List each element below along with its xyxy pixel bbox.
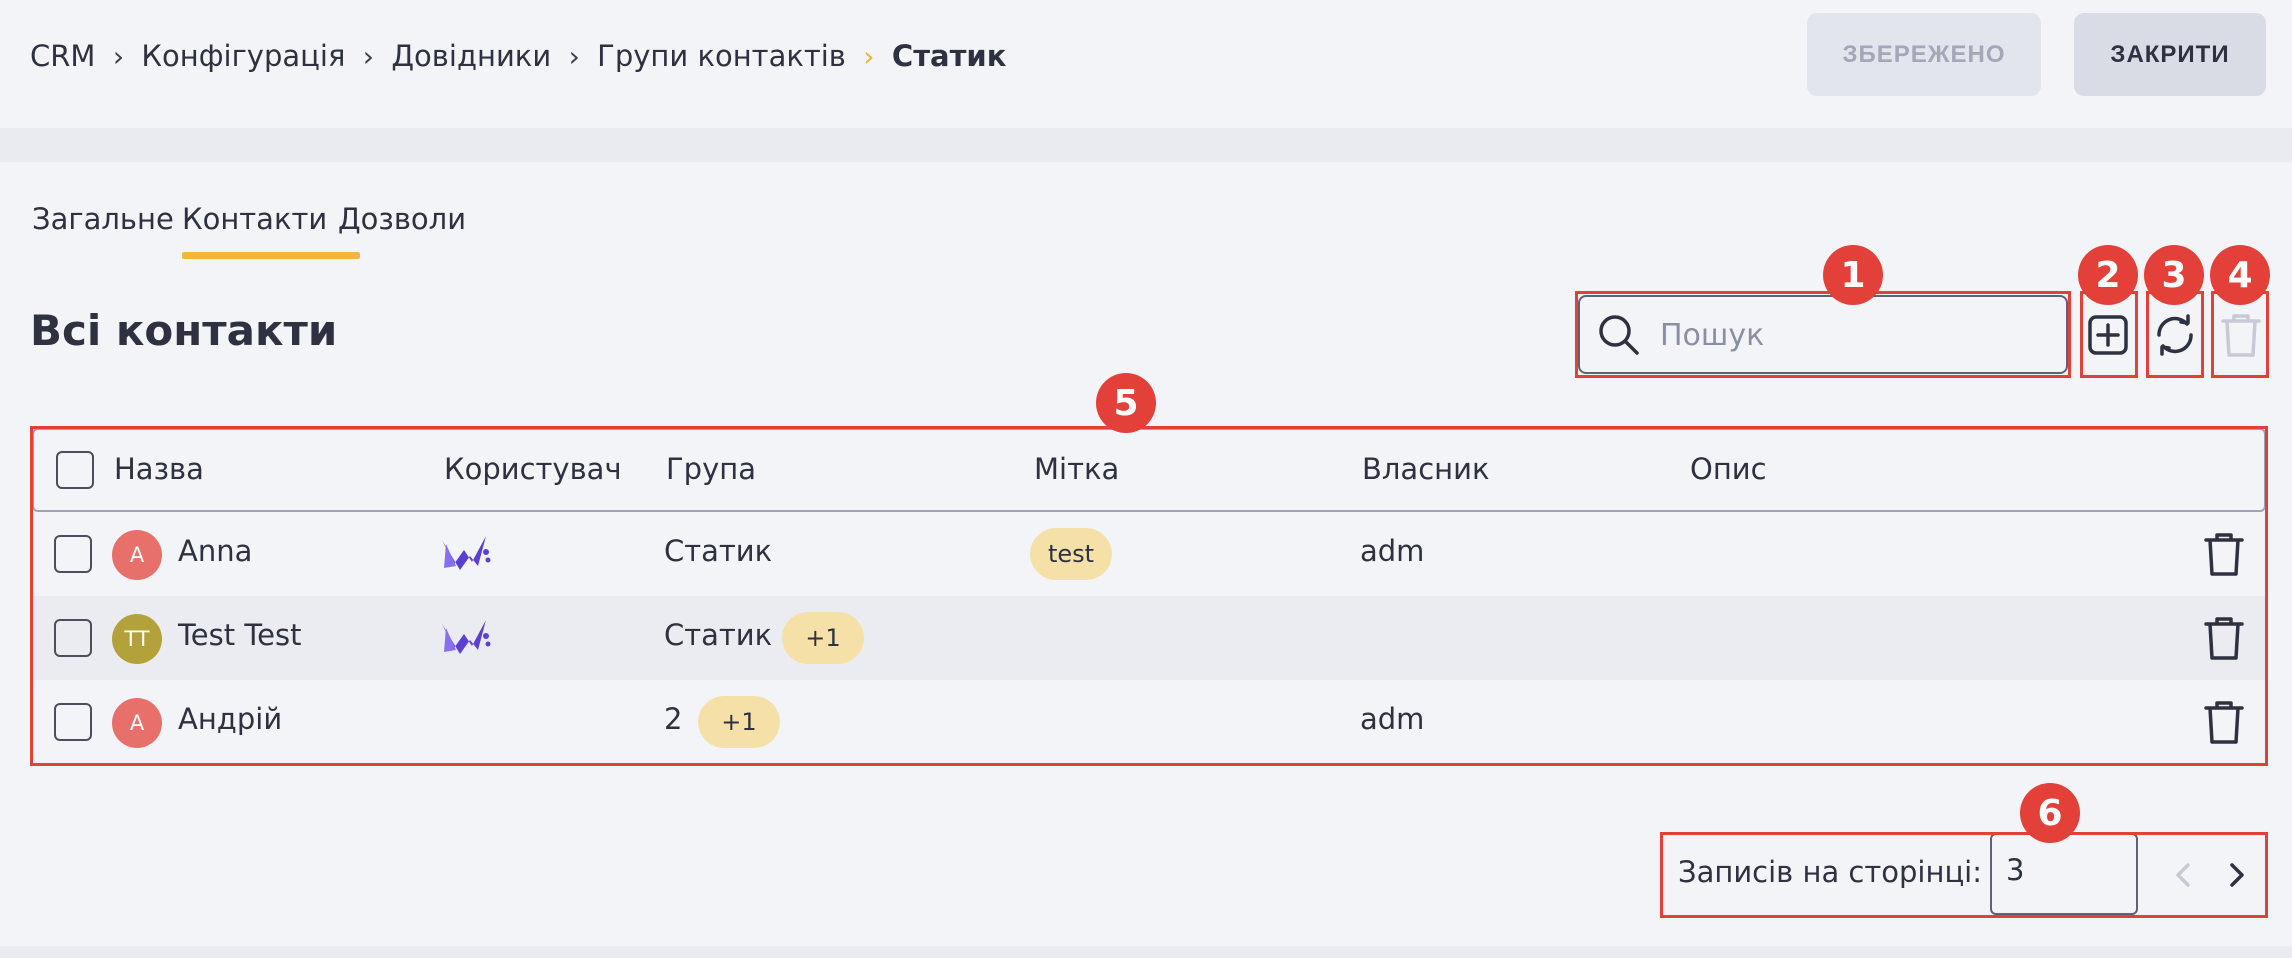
refresh-button[interactable] (2146, 306, 2204, 364)
contact-name[interactable]: Anna (178, 534, 252, 568)
contact-group: 2 (664, 702, 683, 736)
search-input[interactable] (1660, 311, 2050, 359)
saved-button[interactable]: ЗБЕРЕЖЕНО (1807, 13, 2041, 96)
contact-owner: adm (1360, 534, 1425, 568)
breadcrumb: CRM › Конфігурація › Довідники › Групи к… (30, 36, 1006, 76)
avatar: A (112, 698, 162, 748)
annotation-marker-1: 1 (1823, 245, 1883, 305)
search-box[interactable] (1578, 295, 2068, 374)
section-title: Всі контакти (30, 306, 338, 355)
group-more-badge[interactable]: +1 (698, 696, 780, 748)
page-header: CRM › Конфігурація › Довідники › Групи к… (0, 0, 2292, 128)
trash-icon (2221, 314, 2261, 357)
add-contact-button[interactable] (2079, 306, 2137, 364)
annotation-marker-2: 2 (2078, 245, 2138, 305)
plus-square-icon (2088, 315, 2128, 355)
breadcrumb-item-current: Статик (891, 39, 1007, 73)
contact-owner: adm (1360, 702, 1425, 736)
contacts-table: Назва Користувач Група Мітка Власник Опи… (32, 428, 2266, 764)
search-icon (1599, 315, 1639, 355)
annotation-marker-4: 4 (2210, 245, 2270, 305)
column-header-name[interactable]: Назва (114, 452, 204, 486)
column-header-owner[interactable]: Власник (1362, 452, 1489, 486)
contact-group: Статик (664, 534, 773, 568)
annotation-marker-6: 6 (2020, 783, 2080, 843)
pagination: Записів на сторінці: 3 (1664, 833, 2264, 915)
close-button[interactable]: ЗАКРИТИ (2074, 13, 2266, 96)
row-checkbox[interactable] (54, 619, 92, 657)
contact-name[interactable]: Андрій (178, 702, 282, 736)
delete-selected-button[interactable] (2212, 306, 2270, 364)
chevron-left-icon[interactable] (2164, 855, 2204, 895)
header-divider-band (0, 128, 2292, 162)
tab-general[interactable]: Загальне (32, 198, 174, 262)
webitel-logo-icon (442, 620, 491, 654)
active-tab-indicator (182, 252, 360, 259)
row-checkbox[interactable] (54, 703, 92, 741)
webitel-logo-icon (442, 536, 491, 570)
group-more-badge[interactable]: +1 (782, 612, 864, 664)
select-all-checkbox[interactable] (56, 451, 94, 489)
column-header-tag[interactable]: Мітка (1034, 452, 1119, 486)
annotation-marker-5: 5 (1096, 373, 1156, 433)
annotation-marker-3: 3 (2144, 245, 2204, 305)
table-header: Назва Користувач Група Мітка Власник Опи… (32, 428, 2266, 512)
breadcrumb-item-crm[interactable]: CRM (30, 39, 95, 73)
refresh-icon (2157, 314, 2193, 356)
trash-icon[interactable] (2200, 698, 2248, 746)
contact-name[interactable]: Test Test (178, 618, 301, 652)
trash-icon[interactable] (2200, 614, 2248, 662)
per-page-label: Записів на сторінці: (1678, 855, 1983, 889)
contact-group: Статик (664, 618, 773, 652)
avatar: A (112, 530, 162, 580)
row-checkbox[interactable] (54, 535, 92, 573)
chevron-right-icon[interactable] (2216, 855, 2256, 895)
table-row[interactable]: TT Test Test Статик +1 (32, 596, 2266, 680)
table-row[interactable]: A Андрій 2 +1 adm (32, 680, 2266, 764)
chevron-right-icon: › (362, 39, 374, 73)
breadcrumb-item-contact-groups[interactable]: Групи контактів (597, 39, 846, 73)
per-page-select[interactable]: 3 (1990, 833, 2138, 915)
chevron-right-icon: › (568, 39, 580, 73)
trash-icon[interactable] (2200, 530, 2248, 578)
column-header-description[interactable]: Опис (1690, 452, 1767, 486)
chevron-right-icon: › (863, 39, 875, 73)
column-header-user[interactable]: Користувач (444, 452, 622, 486)
chevron-right-icon: › (112, 39, 125, 73)
tag-badge: test (1030, 528, 1112, 580)
breadcrumb-item-directories[interactable]: Довідники (391, 39, 551, 73)
avatar: TT (112, 614, 162, 664)
table-row[interactable]: A Anna Статик test adm (32, 512, 2266, 596)
breadcrumb-item-configuration[interactable]: Конфігурація (141, 39, 345, 73)
footer-band (0, 946, 2292, 958)
column-header-group[interactable]: Група (666, 452, 756, 486)
